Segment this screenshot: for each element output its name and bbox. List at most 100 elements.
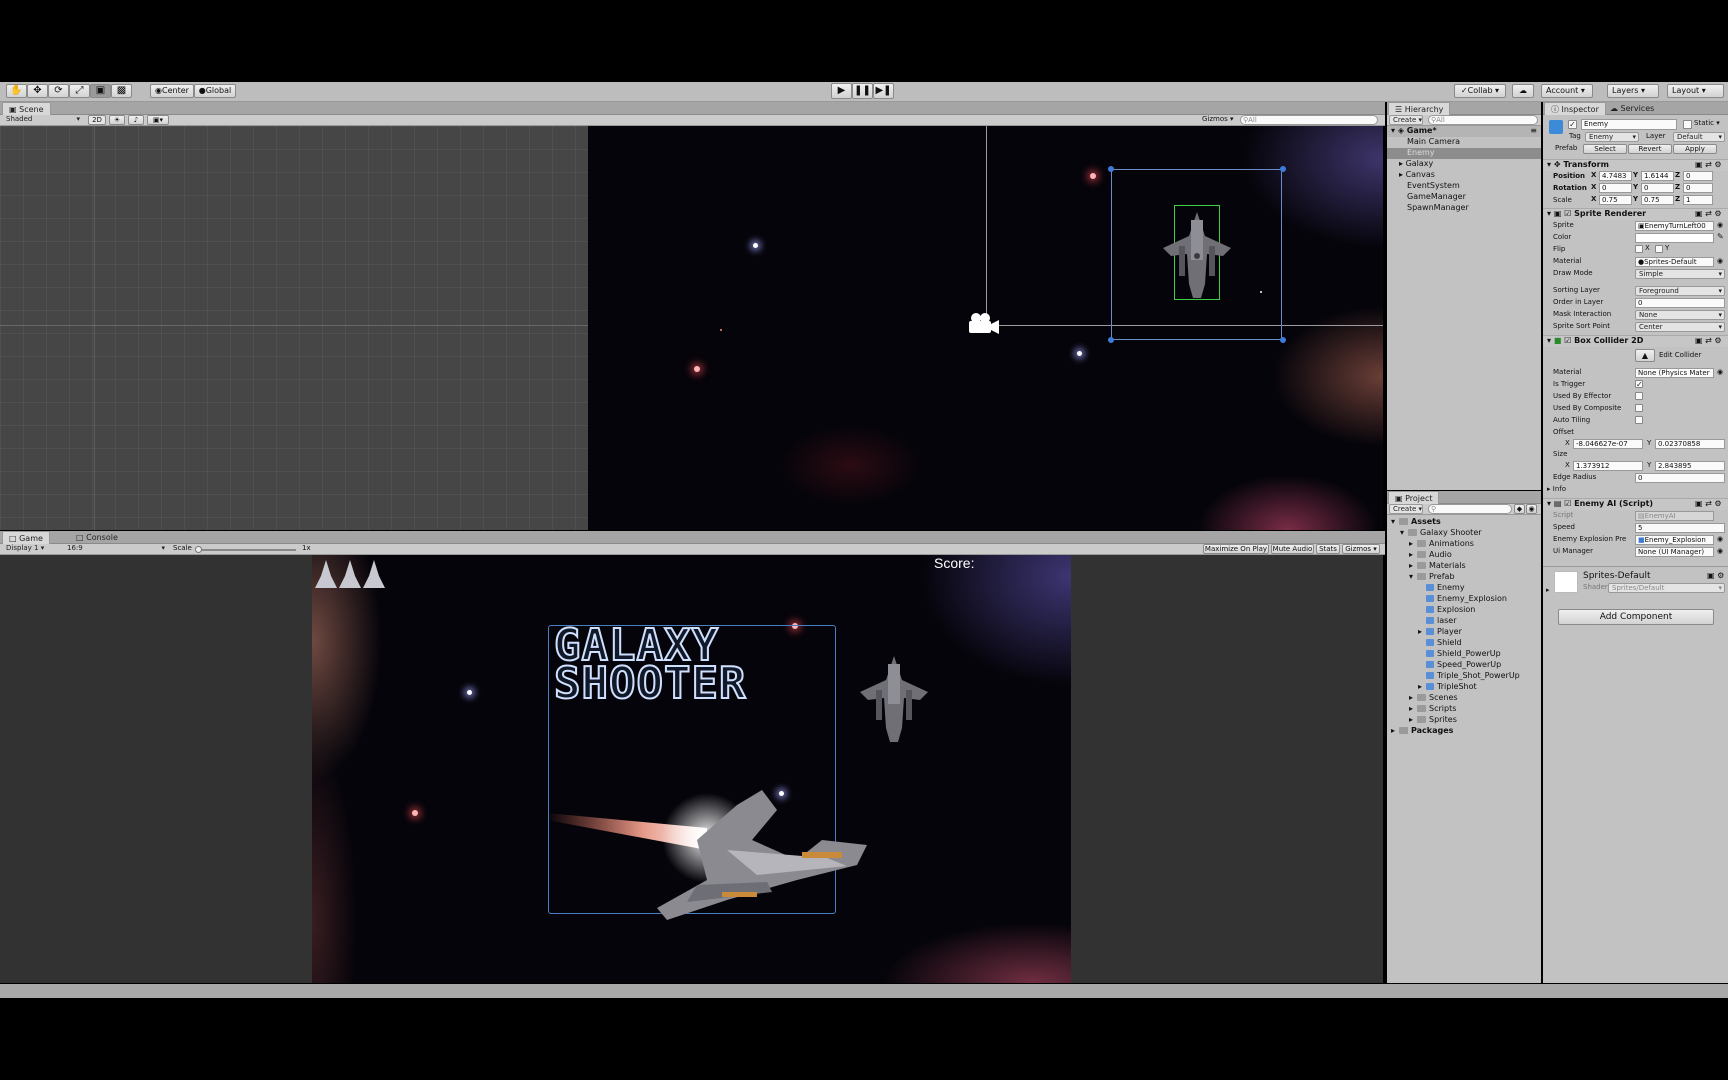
hierarchy-create-dropdown[interactable]: Create ▾: [1389, 115, 1423, 125]
project-folder-item[interactable]: ▸ Sprites: [1387, 715, 1541, 726]
rect-handle[interactable]: [1280, 166, 1286, 172]
sprite-sort-point-dropdown[interactable]: Center ▾: [1635, 322, 1725, 332]
project-folder-item[interactable]: ▸ Materials: [1387, 561, 1541, 572]
tab-inspector[interactable]: ⓘ Inspector: [1544, 102, 1606, 115]
offset-x-field[interactable]: -8.046627e-07: [1573, 439, 1643, 449]
scale-x-field[interactable]: 0.75: [1599, 195, 1632, 205]
scale-z-axis-label[interactable]: Z: [1675, 194, 1680, 205]
prefab-apply-button[interactable]: Apply: [1673, 144, 1717, 154]
collapsed-arrow-icon[interactable]: ▸: [1409, 550, 1417, 560]
expanded-arrow-icon[interactable]: ▾: [1409, 572, 1417, 582]
object-picker-icon[interactable]: ◉: [1717, 546, 1723, 557]
position-z-axis-label[interactable]: Z: [1675, 170, 1680, 181]
project-prefab-item[interactable]: ▸ TripleShot: [1387, 682, 1541, 693]
static-label[interactable]: Static ▾: [1694, 118, 1720, 129]
tab-console[interactable]: □ Console: [70, 531, 124, 544]
project-folder-item[interactable]: ▸ Audio: [1387, 550, 1541, 561]
account-dropdown[interactable]: Account ▾: [1541, 84, 1593, 98]
active-checkbox[interactable]: ✓: [1568, 120, 1577, 129]
rotation-y-field[interactable]: 0: [1641, 183, 1674, 193]
flip-x-checkbox[interactable]: [1635, 245, 1643, 253]
project-prefab-item[interactable]: Explosion: [1387, 605, 1541, 616]
play-button[interactable]: ▶: [831, 83, 852, 99]
flip-y-checkbox[interactable]: [1655, 245, 1663, 253]
scene-viewport[interactable]: ➤: [0, 126, 1383, 530]
component-menu-icons[interactable]: ▣ ⇄ ⚙: [1695, 498, 1722, 509]
audio-toggle[interactable]: ♪: [128, 115, 144, 125]
size-y-field[interactable]: 2.843895: [1655, 461, 1725, 471]
object-picker-icon[interactable]: ◉: [1717, 367, 1723, 378]
collapsed-arrow-icon[interactable]: ▸: [1409, 715, 1417, 725]
scale-y-axis-label[interactable]: Y: [1633, 194, 1638, 205]
tab-project[interactable]: ▣ Project: [1388, 491, 1440, 504]
object-name-input[interactable]: Enemy: [1581, 119, 1677, 130]
position-x-field[interactable]: 4.7483: [1599, 171, 1632, 181]
ui-manager-field[interactable]: None (UI Manager): [1635, 547, 1714, 557]
hierarchy-item[interactable]: GameManager: [1387, 192, 1541, 203]
project-prefab-item[interactable]: Speed_PowerUp: [1387, 660, 1541, 671]
hierarchy-scene-row[interactable]: ▾ ◈ Game* ≡: [1387, 126, 1541, 137]
auto-tiling-checkbox[interactable]: [1635, 416, 1643, 424]
used-by-effector-checkbox[interactable]: [1635, 392, 1643, 400]
component-menu-icons[interactable]: ▣ ⇄ ⚙: [1695, 335, 1722, 346]
hierarchy-item[interactable]: ▸ Canvas: [1387, 170, 1541, 181]
collapsed-arrow-icon[interactable]: ▸: [1418, 682, 1426, 692]
collapsed-arrow-icon[interactable]: ▸: [1409, 561, 1417, 571]
collapsed-arrow-icon[interactable]: ▸: [1409, 704, 1417, 714]
component-menu-icons[interactable]: ▣ ⇄ ⚙: [1695, 208, 1722, 219]
collider-material-field[interactable]: None (Physics Mater: [1635, 368, 1714, 378]
mute-audio-toggle[interactable]: Mute Audio: [1271, 544, 1314, 554]
cloud-button[interactable]: ☁: [1512, 84, 1534, 98]
expanded-arrow-icon[interactable]: ▾: [1391, 517, 1399, 527]
used-by-composite-checkbox[interactable]: [1635, 404, 1643, 412]
offset-y-field[interactable]: 0.02370858: [1655, 439, 1725, 449]
project-prefab-item[interactable]: Triple_Shot_PowerUp: [1387, 671, 1541, 682]
position-y-axis-label[interactable]: Y: [1633, 170, 1638, 181]
game-gizmos-dropdown[interactable]: Gizmos ▾: [1342, 544, 1380, 554]
mask-interaction-dropdown[interactable]: None ▾: [1635, 310, 1725, 320]
scale-x-axis-label[interactable]: X: [1591, 194, 1596, 205]
effects-dropdown[interactable]: ▣▾: [147, 115, 169, 125]
position-x-axis-label[interactable]: X: [1591, 170, 1596, 181]
info-foldout[interactable]: ▸ Info: [1547, 484, 1566, 495]
rect-handle[interactable]: [1280, 337, 1286, 343]
collab-button[interactable]: ✓Collab ▾: [1454, 84, 1506, 98]
is-trigger-checkbox[interactable]: ✓: [1635, 380, 1643, 389]
project-search-input[interactable]: ⚲: [1428, 504, 1512, 514]
object-picker-icon[interactable]: ◉: [1717, 220, 1723, 231]
position-y-field[interactable]: 1.6144: [1641, 171, 1674, 181]
hierarchy-item[interactable]: EventSystem: [1387, 181, 1541, 192]
sprite-field[interactable]: ▣EnemyTurnLeft00: [1635, 221, 1714, 231]
rotation-z-axis-label[interactable]: Z: [1675, 182, 1680, 193]
lighting-toggle[interactable]: ☀: [109, 115, 125, 125]
tab-services[interactable]: ☁ Services: [1604, 102, 1660, 115]
camera-gizmo-icon[interactable]: [966, 312, 999, 334]
scale-y-field[interactable]: 0.75: [1641, 195, 1674, 205]
object-picker-icon[interactable]: ◉: [1717, 256, 1723, 267]
game-screen[interactable]: Score: GALAXY SHOOTER: [312, 555, 1071, 983]
project-folder-item[interactable]: ▸ Scenes: [1387, 693, 1541, 704]
size-x-field[interactable]: 1.373912: [1573, 461, 1643, 471]
shading-mode-dropdown[interactable]: Shaded ▾: [3, 115, 83, 125]
mode-2d-toggle[interactable]: 2D: [88, 115, 106, 125]
stats-toggle[interactable]: Stats: [1316, 544, 1340, 554]
project-prefab-item[interactable]: Enemy_Explosion: [1387, 594, 1541, 605]
component-menu-icons[interactable]: ▣ ⇄ ⚙: [1695, 159, 1722, 170]
rect-handle[interactable]: [1108, 337, 1114, 343]
static-checkbox[interactable]: [1683, 120, 1692, 129]
collapsed-arrow-icon[interactable]: ▸: [1391, 726, 1399, 736]
tab-hierarchy[interactable]: ☰ Hierarchy: [1388, 102, 1451, 115]
prefab-select-button[interactable]: Select: [1583, 144, 1627, 154]
game-viewport[interactable]: Score: GALAXY SHOOTER: [0, 555, 1383, 983]
hierarchy-item[interactable]: Main Camera: [1387, 137, 1541, 148]
scale-tool-button[interactable]: ⤢: [69, 84, 90, 98]
sorting-layer-dropdown[interactable]: Foreground ▾: [1635, 286, 1725, 296]
project-folder-item[interactable]: ▸ Animations: [1387, 539, 1541, 550]
material-component-icons[interactable]: ▣ ⚙: [1707, 570, 1724, 581]
scene-search-input[interactable]: ⚲All: [1240, 115, 1378, 125]
enemy-explosion-prefab-field[interactable]: ■Enemy_Explosion: [1635, 535, 1714, 545]
hierarchy-item[interactable]: ▸ Galaxy: [1387, 159, 1541, 170]
project-folder-item[interactable]: ▸ Scripts: [1387, 704, 1541, 715]
move-tool-button[interactable]: ✥: [27, 84, 48, 98]
collapsed-arrow-icon[interactable]: ▸: [1409, 539, 1417, 549]
